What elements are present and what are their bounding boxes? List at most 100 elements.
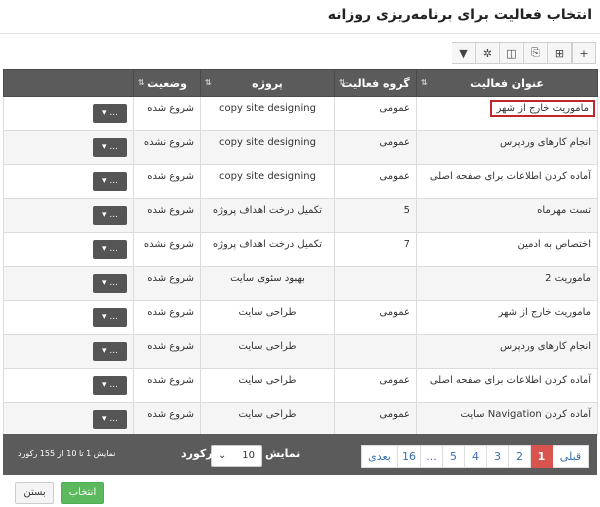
cell-actions: ... ▾ — [3, 402, 134, 437]
row-menu-button[interactable]: ... ▾ — [93, 138, 127, 157]
highlighted-title: ماموریت خارج از شهر — [490, 100, 595, 117]
cell-status: شروع شده — [133, 198, 201, 233]
cell-status: شروع نشده — [133, 232, 201, 267]
sort-icon[interactable]: ⇅ — [421, 78, 428, 87]
cell-actions: ... ▾ — [3, 130, 134, 165]
cell-title: تست مهرماه — [416, 198, 598, 233]
record-label: رکورد — [181, 447, 213, 460]
row-menu-button[interactable]: ... ▾ — [93, 308, 127, 327]
record-count-info: نمایش 1 تا 10 از 155 رکورد — [18, 449, 116, 458]
cell-project: تکمیل درخت اهداف پروژه — [200, 198, 335, 233]
caret-down-icon: ▾ — [102, 312, 107, 322]
column-header-project[interactable]: پروژه ⇅ — [200, 69, 335, 97]
table-row[interactable]: انجام کارهای وردپرس عمومی copy site desi… — [3, 130, 598, 165]
cell-actions: ... ▾ — [3, 96, 134, 131]
cell-title: ماموریت 2 — [416, 266, 598, 301]
table-row[interactable]: ماموریت خارج از شهر عمومی طراحی سایت شرو… — [3, 300, 598, 335]
row-menu-button[interactable]: ... ▾ — [93, 104, 127, 123]
column-header-group[interactable]: گروه فعالیت ⇅ — [334, 69, 417, 97]
page-button-3[interactable]: 3 — [486, 445, 509, 468]
cell-actions: ... ▾ — [3, 232, 134, 267]
page-button-2[interactable]: 2 — [508, 445, 531, 468]
filter-icon[interactable]: ▼ — [452, 42, 476, 64]
cell-group: عمومی — [334, 164, 417, 199]
table-row[interactable]: آماده کردن اطلاعات برای صفحه اصلی عمومی … — [3, 368, 598, 403]
cell-actions: ... ▾ — [3, 198, 134, 233]
prev-page-button[interactable]: قبلی — [552, 445, 589, 468]
cell-group: عمومی — [334, 368, 417, 403]
cell-project: بهبود سئوی سایت — [200, 266, 335, 301]
page-button-1[interactable]: 1 — [530, 445, 553, 468]
page-size-select[interactable]: ⌄ 10 — [211, 445, 262, 467]
row-menu-button[interactable]: ... ▾ — [93, 274, 127, 293]
row-menu-button[interactable]: ... ▾ — [93, 410, 127, 429]
row-menu-button[interactable]: ... ▾ — [93, 240, 127, 259]
column-header-title[interactable]: عنوان فعالیت ⇅ — [416, 69, 598, 97]
cell-project: copy site designing — [200, 96, 335, 131]
columns-icon[interactable]: ◫ — [500, 42, 524, 64]
page-size-value: 10 — [242, 450, 255, 461]
page-size-label: نمایش — [265, 447, 301, 460]
caret-down-icon: ▾ — [102, 108, 107, 118]
table-row[interactable]: انجام کارهای وردپرس طراحی سایت شروع شده … — [3, 334, 598, 369]
cell-title: انجام کارهای وردپرس — [416, 130, 598, 165]
cell-actions: ... ▾ — [3, 164, 134, 199]
table-row[interactable]: آماده کردن اطلاعات برای صفحه اصلی عمومی … — [3, 164, 598, 199]
table-row[interactable]: ماموریت خارج از شهر عمومی copy site desi… — [3, 96, 598, 131]
cell-group — [334, 266, 417, 301]
column-header-status[interactable]: وضعیت ⇅ — [133, 69, 201, 97]
cell-group: عمومی — [334, 402, 417, 437]
caret-down-icon: ▾ — [102, 346, 107, 356]
close-button[interactable]: بستن — [15, 482, 54, 504]
page-button-16[interactable]: 16 — [397, 445, 421, 468]
caret-down-icon: ▾ — [102, 210, 107, 220]
add-box-icon[interactable]: ⊞ — [548, 42, 572, 64]
cell-title: آماده کردن اطلاعات برای صفحه اصلی — [416, 368, 598, 403]
table-row[interactable]: ماموریت 2 بهبود سئوی سایت شروع شده ... ▾ — [3, 266, 598, 301]
export-file-icon[interactable]: ⎘ — [524, 42, 548, 64]
page-button-4[interactable]: 4 — [464, 445, 487, 468]
cell-status: شروع نشده — [133, 130, 201, 165]
row-menu-button[interactable]: ... ▾ — [93, 376, 127, 395]
sort-icon[interactable]: ⇅ — [138, 78, 145, 87]
row-menu-button[interactable]: ... ▾ — [93, 172, 127, 191]
modal-header: انتخاب فعالیت برای برنامه‌ریزی روزانه — [0, 0, 600, 34]
modal-title: انتخاب فعالیت برای برنامه‌ریزی روزانه — [327, 7, 592, 23]
gear-icon[interactable]: ✲ — [476, 42, 500, 64]
cell-actions: ... ▾ — [3, 334, 134, 369]
table-row[interactable]: اختصاص به ادمین 7 تکمیل درخت اهداف پروژه… — [3, 232, 598, 267]
cell-actions: ... ▾ — [3, 266, 134, 301]
select-button[interactable]: انتخاب — [61, 482, 104, 504]
caret-down-icon: ▾ — [102, 414, 107, 424]
activity-grid: عنوان فعالیت ⇅ گروه فعالیت ⇅ پروژه ⇅ وضعیت ⇅… — [3, 69, 598, 437]
row-menu-button[interactable]: ... ▾ — [93, 206, 127, 225]
sort-icon[interactable]: ⇅ — [339, 78, 346, 87]
table-row[interactable]: تست مهرماه 5 تکمیل درخت اهداف پروژه شروع… — [3, 198, 598, 233]
cell-title: ماموریت خارج از شهر — [416, 300, 598, 335]
cell-title: آماده کردن اطلاعات برای صفحه اصلی — [416, 164, 598, 199]
caret-down-icon: ▾ — [102, 278, 107, 288]
cell-group: 7 — [334, 232, 417, 267]
cell-project: تکمیل درخت اهداف پروژه — [200, 232, 335, 267]
row-menu-button[interactable]: ... ▾ — [93, 342, 127, 361]
page-ellipsis: ... — [420, 445, 443, 468]
table-row[interactable]: آماده کردن Navigation سایت عمومی طراحی س… — [3, 402, 598, 437]
cell-group: عمومی — [334, 300, 417, 335]
cell-status: شروع شده — [133, 266, 201, 301]
column-header-actions — [3, 69, 134, 97]
next-page-button[interactable]: بعدی — [361, 445, 398, 468]
caret-down-icon: ▾ — [102, 176, 107, 186]
plus-icon[interactable]: + — [572, 42, 596, 64]
cell-title: اختصاص به ادمین — [416, 232, 598, 267]
cell-group: عمومی — [334, 130, 417, 165]
cell-actions: ... ▾ — [3, 368, 134, 403]
cell-title: ماموریت خارج از شهر — [416, 96, 598, 131]
cell-actions: ... ▾ — [3, 300, 134, 335]
cell-project: طراحی سایت — [200, 368, 335, 403]
cell-project: طراحی سایت — [200, 402, 335, 437]
pagination-bar: قبلی 1 2 3 4 5 ... 16 بعدی نمایش ⌄ 10 رک… — [3, 434, 597, 475]
grid-header-row: عنوان فعالیت ⇅ گروه فعالیت ⇅ پروژه ⇅ وضعیت ⇅ — [3, 69, 598, 97]
page-button-5[interactable]: 5 — [442, 445, 465, 468]
sort-icon[interactable]: ⇅ — [205, 78, 212, 87]
cell-title: انجام کارهای وردپرس — [416, 334, 598, 369]
